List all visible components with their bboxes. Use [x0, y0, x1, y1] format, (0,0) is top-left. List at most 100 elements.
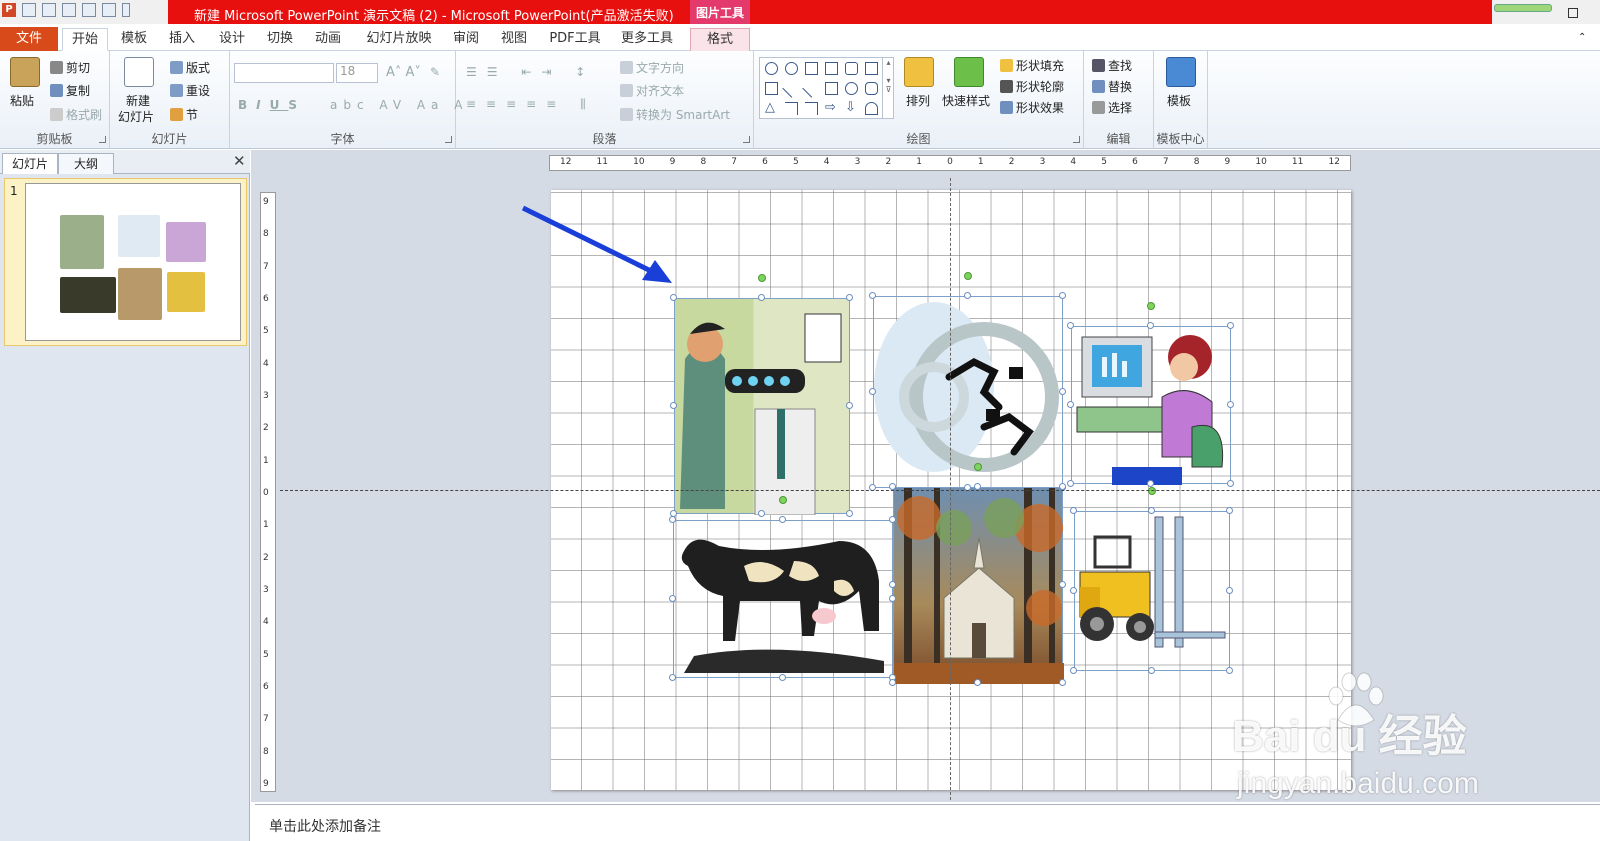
resize-handle[interactable]: [1227, 322, 1234, 329]
print-preview-icon[interactable]: [102, 3, 116, 17]
clipboard-launcher-icon[interactable]: [99, 136, 106, 143]
resize-handle[interactable]: [1226, 507, 1233, 514]
resize-handle[interactable]: [1059, 388, 1066, 395]
redo-icon[interactable]: [62, 3, 76, 17]
rotate-handle[interactable]: [964, 272, 972, 280]
rounded-outline-shape-icon[interactable]: [865, 82, 878, 95]
tab-slideshow[interactable]: 幻灯片放映: [362, 28, 436, 51]
grow-font-icon[interactable]: A˄ A˅: [386, 65, 421, 80]
tab-pdf-tools[interactable]: PDF工具: [544, 28, 606, 51]
resize-handle[interactable]: [974, 679, 981, 686]
resize-handle[interactable]: [974, 483, 981, 490]
double-arrow-shape-icon[interactable]: [805, 62, 818, 75]
convert-smartart-button[interactable]: 转换为 SmartArt: [620, 106, 730, 123]
resize-handle[interactable]: [1070, 507, 1077, 514]
tab-format[interactable]: 格式: [690, 28, 750, 51]
list-buttons-row[interactable]: ☰☰ ⇤⇥ ↕: [466, 65, 595, 79]
restore-button[interactable]: [1568, 8, 1578, 18]
new-file-icon[interactable]: [82, 3, 96, 17]
tab-more-tools[interactable]: 更多工具: [616, 28, 678, 51]
save-icon[interactable]: [22, 3, 36, 17]
rotate-handle[interactable]: [758, 274, 766, 282]
slide-thumbnail-1[interactable]: 1: [4, 178, 247, 346]
tab-view[interactable]: 视图: [492, 28, 536, 51]
arrow-line-shape-icon[interactable]: [802, 79, 821, 98]
right-arrow-shape-icon[interactable]: ⇨: [825, 101, 838, 115]
format-buttons-row[interactable]: BIUS: [238, 98, 306, 112]
align-text-button[interactable]: 对齐文本: [620, 82, 684, 99]
resize-handle[interactable]: [1147, 322, 1154, 329]
resize-handle[interactable]: [889, 483, 896, 490]
select-button[interactable]: 选择: [1092, 99, 1132, 116]
resize-handle[interactable]: [1067, 480, 1074, 487]
drawing-launcher-icon[interactable]: [1073, 136, 1080, 143]
textbox-shape-icon[interactable]: [765, 82, 778, 95]
tab-slides[interactable]: 幻灯片: [2, 153, 58, 174]
tab-review[interactable]: 审阅: [444, 28, 488, 51]
resize-handle[interactable]: [889, 516, 896, 523]
rounded-rect-shape-icon[interactable]: [845, 62, 858, 75]
resize-handle[interactable]: [1227, 401, 1234, 408]
tab-design[interactable]: 设计: [210, 28, 254, 51]
template-icon[interactable]: [1166, 57, 1196, 87]
picture-shape-icon[interactable]: [865, 62, 878, 75]
paste-icon[interactable]: [10, 57, 40, 87]
picture-cow[interactable]: [673, 520, 893, 678]
picture-forklift[interactable]: [1074, 511, 1230, 671]
resize-handle[interactable]: [846, 510, 853, 517]
tab-template[interactable]: 模板: [112, 28, 156, 51]
resize-handle[interactable]: [869, 292, 876, 299]
template-button[interactable]: 模板: [1167, 92, 1191, 109]
resize-handle[interactable]: [1059, 292, 1066, 299]
resize-handle[interactable]: [779, 516, 786, 523]
shape-effects-button[interactable]: 形状效果: [1000, 99, 1064, 116]
powerpoint-app-icon[interactable]: P: [2, 3, 16, 17]
collapse-ribbon-icon[interactable]: ⌃: [1578, 32, 1586, 43]
paste-button[interactable]: 粘贴: [10, 92, 34, 109]
tab-transitions[interactable]: 切换: [258, 28, 302, 51]
hexagon-shape-icon[interactable]: [765, 62, 778, 75]
shape-fill-button[interactable]: 形状填充: [1000, 57, 1064, 74]
paragraph-launcher-icon[interactable]: [743, 136, 750, 143]
oval-shape-icon[interactable]: [845, 82, 858, 95]
elbow-connector-shape-icon[interactable]: [785, 102, 798, 115]
new-slide-label-1[interactable]: 新建: [126, 92, 150, 109]
pentagon-shape-icon[interactable]: [865, 102, 878, 115]
resize-handle[interactable]: [1059, 581, 1066, 588]
format-painter-button[interactable]: 格式刷: [50, 106, 102, 123]
rect-outline-shape-icon[interactable]: [825, 82, 838, 95]
resize-handle[interactable]: [1227, 480, 1234, 487]
quick-styles-button[interactable]: 快速样式: [942, 92, 990, 109]
resize-handle[interactable]: [964, 292, 971, 299]
reset-button[interactable]: 重设: [170, 82, 210, 99]
resize-handle[interactable]: [846, 402, 853, 409]
tab-outline[interactable]: 大纲: [58, 153, 114, 174]
close-icon[interactable]: ✕: [233, 152, 246, 170]
resize-handle[interactable]: [869, 388, 876, 395]
rotate-handle[interactable]: [1148, 487, 1156, 495]
find-button[interactable]: 查找: [1092, 57, 1132, 74]
resize-handle[interactable]: [758, 294, 765, 301]
shape-outline-button[interactable]: 形状轮廓: [1000, 78, 1064, 95]
resize-handle[interactable]: [1067, 322, 1074, 329]
rotate-handle[interactable]: [779, 496, 787, 504]
resize-handle[interactable]: [758, 510, 765, 517]
replace-button[interactable]: 替换: [1092, 78, 1132, 95]
shapes-gallery[interactable]: △ ⇨ ⇩ ▴ ▾ ⊽: [759, 57, 894, 119]
section-button[interactable]: 节: [170, 106, 198, 123]
quick-styles-icon[interactable]: [954, 57, 984, 87]
resize-handle[interactable]: [1059, 483, 1066, 490]
font-name-combo[interactable]: [234, 63, 334, 83]
tab-home[interactable]: 开始: [62, 28, 108, 51]
tab-animations[interactable]: 动画: [306, 28, 350, 51]
resize-handle[interactable]: [670, 294, 677, 301]
font-size-combo[interactable]: 18: [336, 63, 378, 83]
rotate-handle[interactable]: [1147, 302, 1155, 310]
rotate-handle[interactable]: [974, 463, 982, 471]
resize-handle[interactable]: [779, 674, 786, 681]
resize-handle[interactable]: [1067, 401, 1074, 408]
alignment-buttons-row[interactable]: ≡≡≡≡≡ ⫼: [466, 97, 596, 112]
picture-church-forest[interactable]: [893, 487, 1064, 684]
elbow-arrow-shape-icon[interactable]: [805, 102, 818, 115]
arrange-button[interactable]: 排列: [906, 92, 930, 109]
